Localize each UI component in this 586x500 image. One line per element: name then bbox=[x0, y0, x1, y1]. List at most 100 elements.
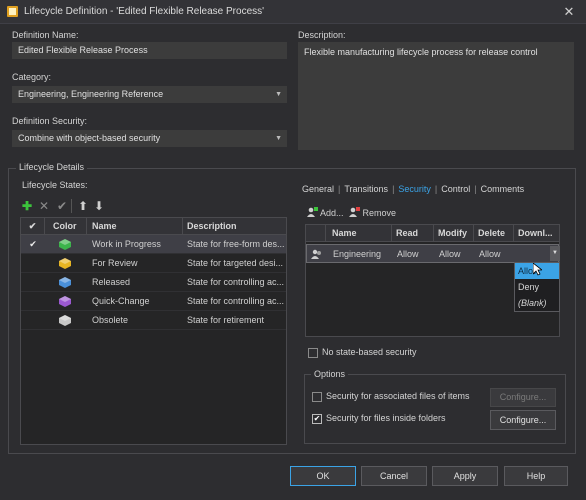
state-name-cell: Obsolete bbox=[92, 315, 129, 325]
column-delete[interactable]: Delete bbox=[474, 225, 514, 242]
state-color-icon bbox=[59, 258, 71, 269]
tab-comments[interactable]: Comments bbox=[481, 184, 525, 194]
column-name[interactable]: Name bbox=[87, 218, 183, 235]
remove-user-icon bbox=[349, 207, 360, 217]
associated-files-label: Security for associated files of items bbox=[326, 391, 470, 401]
state-color-icon bbox=[59, 296, 71, 307]
column-modify[interactable]: Modify bbox=[434, 225, 474, 242]
column-read[interactable]: Read bbox=[392, 225, 434, 242]
delete-icon[interactable]: ✕ bbox=[38, 200, 50, 212]
state-name-cell: Released bbox=[92, 277, 131, 287]
dropdown-option[interactable]: (Blank) bbox=[515, 295, 559, 311]
security-grid-header: Name Read Modify Delete Downl... bbox=[306, 225, 559, 242]
inside-folders-label: Security for files inside folders bbox=[326, 413, 446, 423]
configure-inside-folders-button[interactable]: Configure... bbox=[490, 410, 556, 430]
state-color-icon bbox=[59, 315, 71, 326]
ok-button[interactable]: OK bbox=[290, 466, 356, 486]
state-description-cell: State for controlling ac... bbox=[187, 277, 285, 287]
column-color[interactable]: Color bbox=[45, 218, 87, 235]
no-state-based-security-checkbox[interactable] bbox=[308, 348, 318, 358]
lifecycle-states-label: Lifecycle States: bbox=[22, 180, 88, 190]
tab-separator: | bbox=[338, 184, 341, 194]
states-grid-header: ✔ Color Name Description bbox=[21, 218, 286, 235]
state-description-cell: State for retirement bbox=[187, 315, 265, 325]
tab-separator: | bbox=[434, 184, 438, 194]
chevron-down-icon: ▼ bbox=[275, 135, 282, 142]
tab-transitions[interactable]: Transitions bbox=[344, 184, 388, 194]
move-up-icon[interactable]: ⬆ bbox=[77, 200, 89, 212]
tab-security[interactable]: Security bbox=[398, 184, 431, 194]
description-textarea[interactable]: Flexible manufacturing lifecycle process… bbox=[298, 42, 574, 150]
default-state-cell bbox=[21, 311, 45, 330]
state-row[interactable]: Released State for controlling ac... bbox=[21, 273, 286, 292]
options-title: Options bbox=[311, 369, 349, 379]
definition-name-label: Definition Name: bbox=[12, 30, 79, 40]
check-icon[interactable]: ✔ bbox=[56, 200, 68, 212]
cancel-button[interactable]: Cancel bbox=[361, 466, 427, 486]
state-row[interactable]: Obsolete State for retirement bbox=[21, 311, 286, 330]
category-dropdown[interactable]: Engineering, Engineering Reference ▼ bbox=[12, 86, 287, 103]
definition-security-dropdown[interactable]: Combine with object-based security ▼ bbox=[12, 130, 287, 147]
column-member-name[interactable]: Name bbox=[326, 225, 392, 242]
remove-member-label: Remove bbox=[362, 208, 397, 218]
column-default[interactable]: ✔ bbox=[21, 218, 45, 235]
chevron-down-icon: ▼ bbox=[275, 91, 282, 98]
definition-security-value: Combine with object-based security bbox=[18, 133, 161, 143]
read-cell[interactable]: Allow bbox=[393, 245, 435, 264]
state-name-cell: Work in Progress bbox=[92, 239, 161, 249]
default-state-cell bbox=[21, 273, 45, 292]
state-color-icon bbox=[59, 239, 71, 250]
delete-cell[interactable]: Allow bbox=[475, 245, 515, 264]
help-button[interactable]: Help bbox=[504, 466, 568, 486]
dropdown-toggle[interactable]: ▼ bbox=[550, 246, 560, 261]
add-member-button[interactable]: Add... bbox=[306, 207, 344, 218]
modify-cell[interactable]: Allow bbox=[435, 245, 475, 264]
category-value: Engineering, Engineering Reference bbox=[18, 89, 164, 99]
user-group-icon bbox=[311, 249, 321, 259]
description-label: Description: bbox=[298, 30, 346, 40]
state-name-cell: For Review bbox=[92, 258, 138, 268]
state-description-cell: State for controlling ac... bbox=[187, 296, 285, 306]
state-row[interactable]: For Review State for targeted desi... bbox=[21, 254, 286, 273]
add-icon[interactable]: ✚ bbox=[21, 200, 33, 212]
window-title: Lifecycle Definition - 'Edited Flexible … bbox=[24, 6, 265, 17]
state-description-cell: State for targeted desi... bbox=[187, 258, 284, 268]
state-name-cell: Quick-Change bbox=[92, 296, 150, 306]
remove-member-button[interactable]: Remove bbox=[348, 207, 396, 218]
definition-name-field[interactable]: Edited Flexible Release Process bbox=[12, 42, 287, 59]
default-state-cell: ✔ bbox=[29, 239, 37, 249]
mouse-cursor-icon bbox=[533, 263, 542, 276]
inside-folders-checkbox[interactable]: ✔ bbox=[312, 414, 322, 424]
column-icon bbox=[306, 225, 326, 242]
close-button[interactable]: ✕ bbox=[558, 3, 580, 21]
add-member-label: Add... bbox=[320, 208, 344, 218]
app-icon bbox=[7, 6, 18, 17]
details-tabs: General | Transitions | Security | Control | Com… bbox=[302, 184, 524, 194]
apply-button[interactable]: Apply bbox=[432, 466, 498, 486]
state-row[interactable]: ✔ Work in Progress State for free-form des… bbox=[21, 235, 286, 254]
state-description-cell: State for free-form des... bbox=[187, 239, 285, 249]
default-state-cell bbox=[21, 254, 45, 273]
column-download[interactable]: Downl... bbox=[514, 225, 559, 242]
security-row[interactable]: Engineering Allow Allow Allow ▼ bbox=[306, 244, 560, 264]
state-row[interactable]: Quick-Change State for controlling ac... bbox=[21, 292, 286, 311]
member-name-cell: Engineering bbox=[333, 249, 382, 259]
associated-files-checkbox[interactable] bbox=[312, 392, 322, 402]
add-user-icon bbox=[307, 207, 318, 217]
toolbar-divider bbox=[71, 199, 72, 213]
move-down-icon[interactable]: ⬇ bbox=[93, 200, 105, 212]
tab-separator: | bbox=[474, 184, 477, 194]
definition-security-label: Definition Security: bbox=[12, 116, 88, 126]
column-description[interactable]: Description bbox=[183, 218, 287, 235]
no-state-based-security-label: No state-based security bbox=[322, 347, 417, 357]
category-label: Category: bbox=[12, 72, 52, 82]
tab-control[interactable]: Control bbox=[441, 184, 470, 194]
state-color-icon bbox=[59, 277, 71, 288]
tab-general[interactable]: General bbox=[302, 184, 334, 194]
lifecycle-details-title: Lifecycle Details bbox=[16, 162, 88, 172]
dropdown-option[interactable]: Deny bbox=[515, 279, 559, 295]
configure-associated-files-button[interactable]: Configure... bbox=[490, 388, 556, 407]
options-group bbox=[304, 374, 566, 444]
tab-separator: | bbox=[392, 184, 395, 194]
default-state-cell bbox=[21, 292, 45, 311]
